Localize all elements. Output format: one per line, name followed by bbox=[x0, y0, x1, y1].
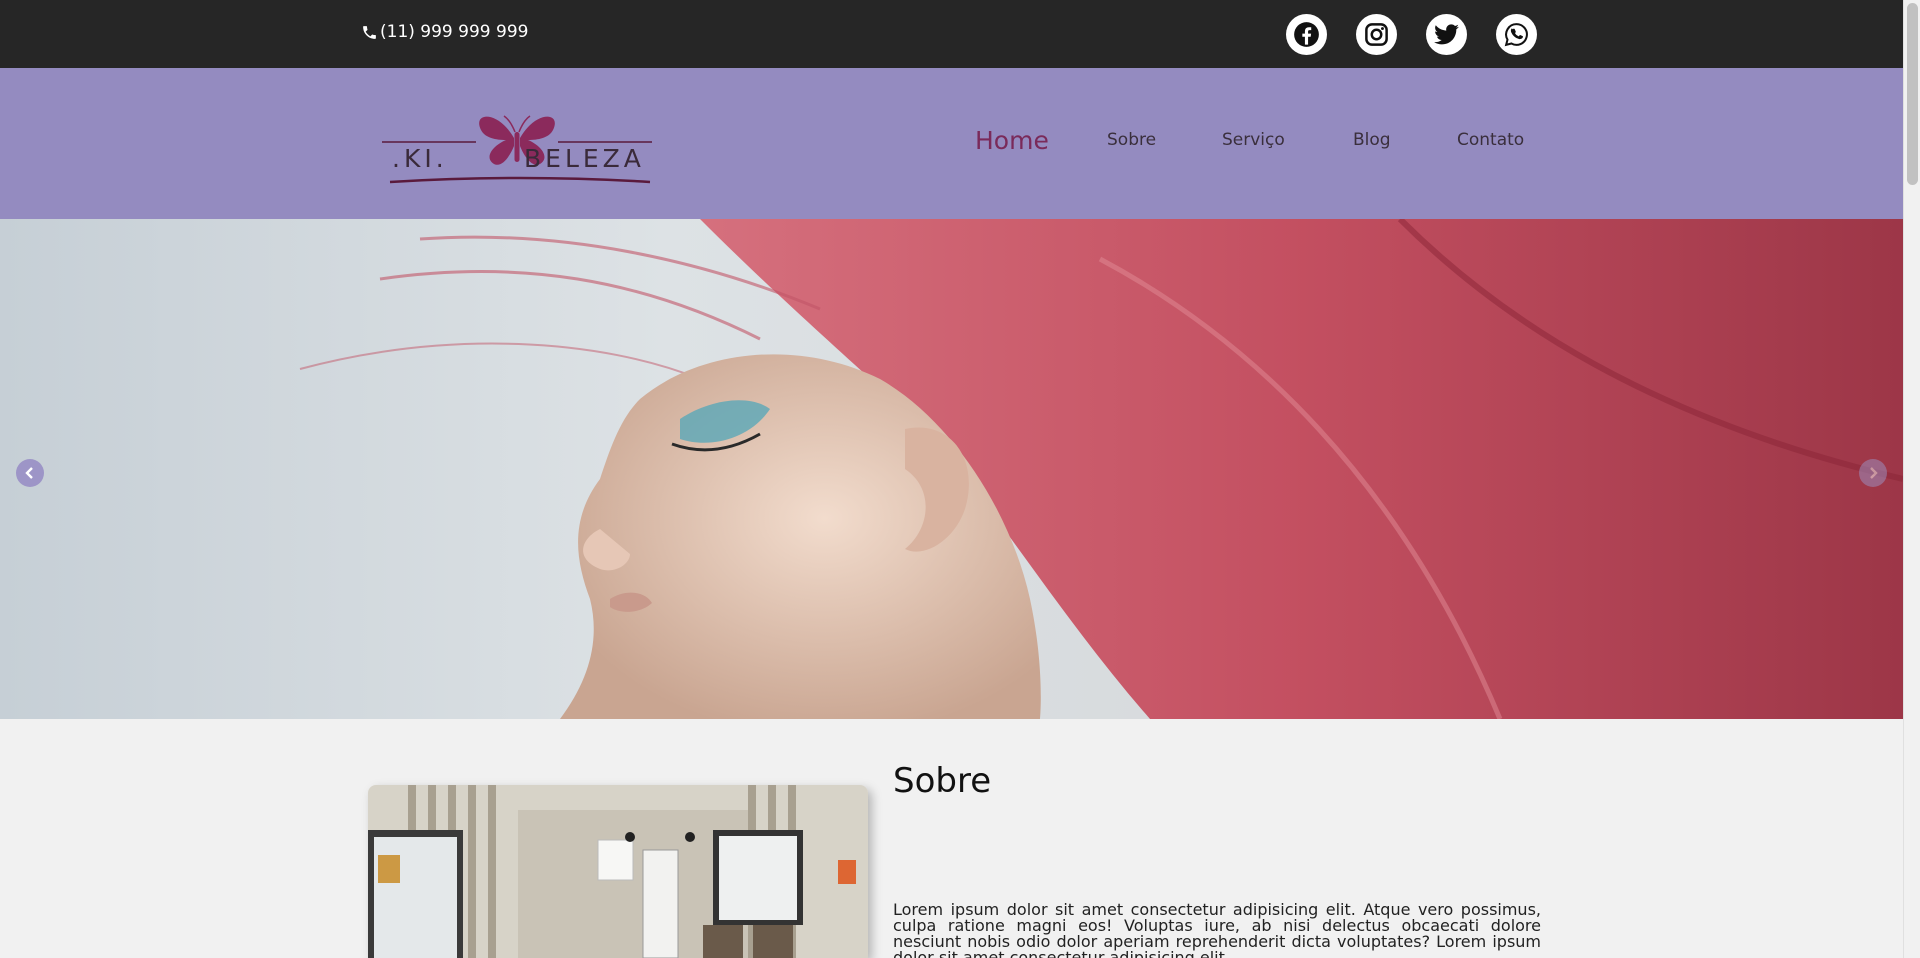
nav-home[interactable]: Home bbox=[975, 126, 1049, 155]
facebook-link[interactable] bbox=[1286, 14, 1327, 55]
chevron-left-icon bbox=[25, 467, 33, 479]
nav-contato[interactable]: Contato bbox=[1457, 130, 1524, 150]
page-scrollbar[interactable] bbox=[1903, 0, 1920, 958]
twitter-link[interactable] bbox=[1426, 14, 1467, 55]
about-text: Lorem ipsum dolor sit amet consectetur a… bbox=[893, 900, 1541, 958]
brand-logo[interactable]: .KI. BELEZA bbox=[380, 98, 655, 190]
phone-number: (11) 999 999 999 bbox=[380, 22, 529, 42]
hero-carousel bbox=[0, 219, 1903, 719]
scrollbar-thumb[interactable] bbox=[1907, 3, 1918, 185]
instagram-icon bbox=[1365, 23, 1388, 46]
instagram-link[interactable] bbox=[1356, 14, 1397, 55]
nav-sobre[interactable]: Sobre bbox=[1107, 130, 1156, 150]
carousel-next-button[interactable] bbox=[1859, 459, 1887, 487]
carousel-prev-button[interactable] bbox=[16, 459, 44, 487]
about-title: Sobre bbox=[893, 761, 992, 801]
salon-interior-image bbox=[368, 785, 868, 958]
nav-servico[interactable]: Serviço bbox=[1222, 130, 1285, 150]
phone-icon bbox=[363, 25, 376, 39]
phone-contact[interactable]: (11) 999 999 999 bbox=[361, 22, 528, 42]
logo-text-left: .KI. bbox=[392, 144, 448, 173]
hero-image bbox=[0, 219, 1903, 719]
whatsapp-icon bbox=[1504, 23, 1528, 47]
whatsapp-link[interactable] bbox=[1496, 14, 1537, 55]
chevron-right-icon bbox=[1870, 467, 1878, 479]
nav-blog[interactable]: Blog bbox=[1353, 130, 1391, 150]
twitter-icon bbox=[1434, 24, 1459, 45]
facebook-icon bbox=[1294, 22, 1319, 47]
logo-text-right: BELEZA bbox=[524, 144, 645, 173]
main-navbar: .KI. BELEZA Home Sobre Serviço Blog Cont… bbox=[0, 68, 1903, 219]
top-bar: (11) 999 999 999 bbox=[0, 0, 1903, 68]
